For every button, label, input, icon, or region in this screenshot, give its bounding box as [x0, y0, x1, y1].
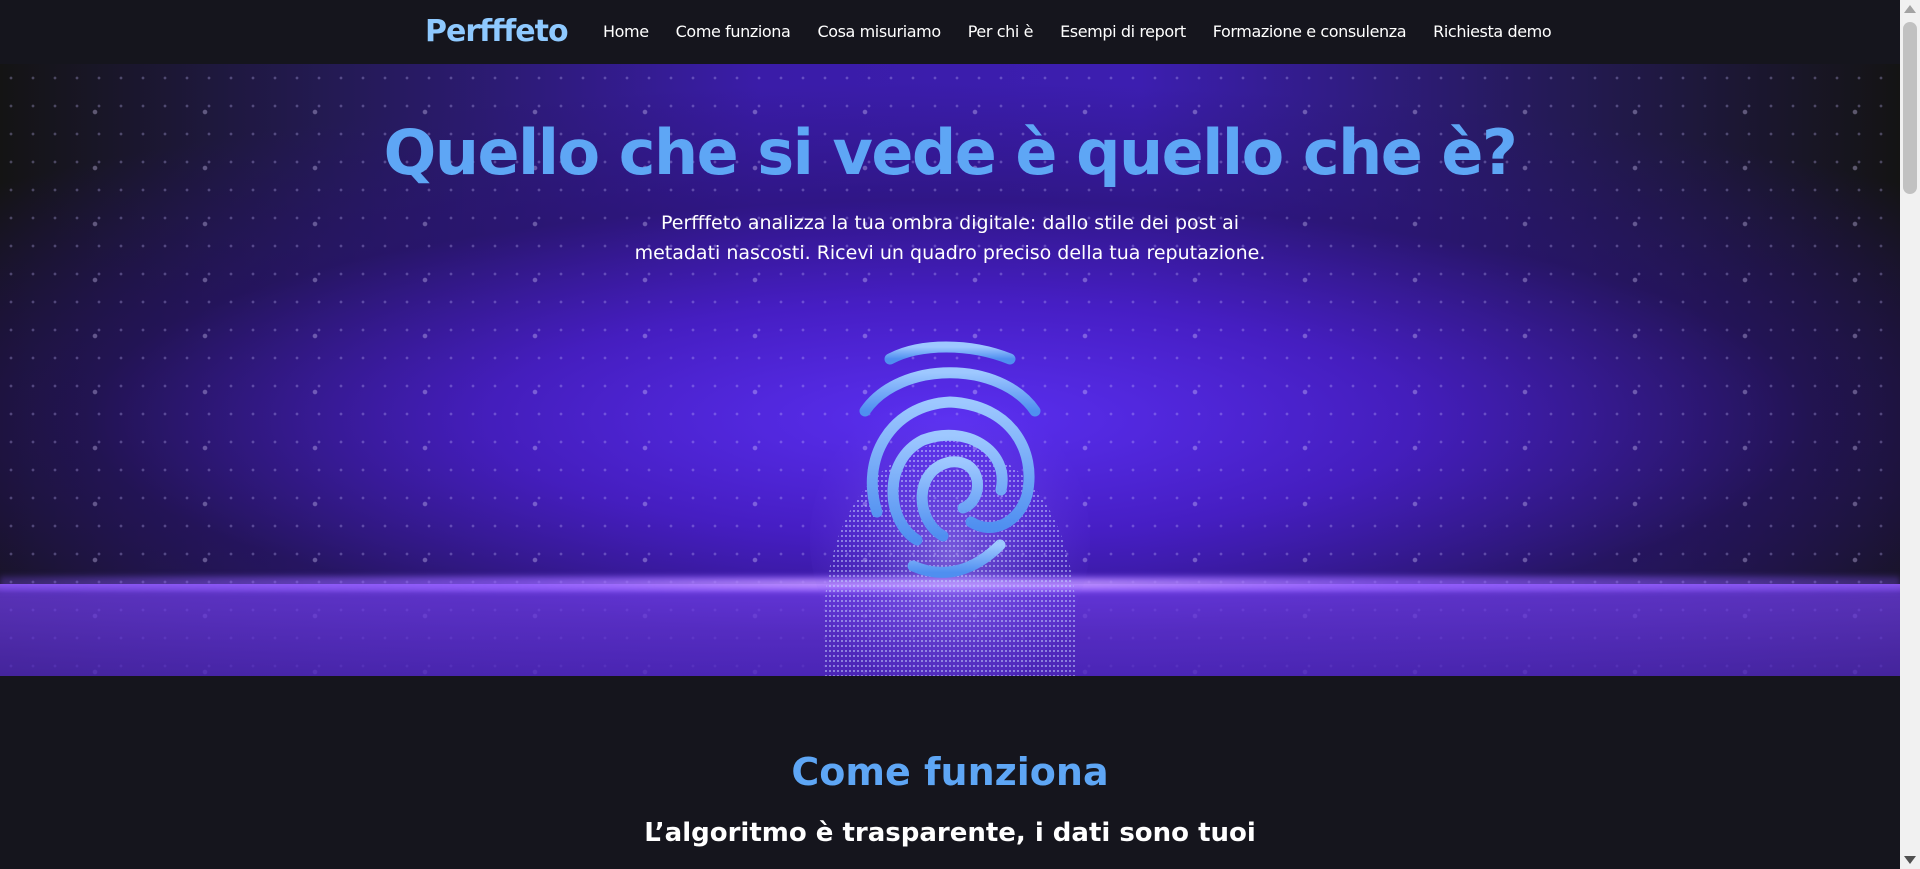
hero-title: Quello che si vede è quello che è? — [383, 116, 1518, 189]
nav-link-cosa-misuriamo[interactable]: Cosa misuriamo — [817, 22, 941, 41]
fingerprint-icon — [810, 341, 1090, 676]
logo[interactable]: Perfffeto — [425, 14, 569, 49]
top-nav: Perfffeto Home Come funziona Cosa misuri… — [0, 0, 1900, 64]
nav-link-per-chi-e[interactable]: Per chi è — [968, 22, 1034, 41]
vertical-scrollbar[interactable] — [1900, 0, 1920, 869]
nav-link-esempi-di-report[interactable]: Esempi di report — [1060, 22, 1186, 41]
nav-link-come-funziona[interactable]: Come funziona — [676, 22, 791, 41]
nav-link-home[interactable]: Home — [603, 22, 649, 41]
hero-subtitle: Perfffeto analizza la tua ombra digitale… — [634, 212, 1266, 264]
page: Perfffeto Home Come funziona Cosa misuri… — [0, 0, 1920, 869]
nav-links: Home Come funziona Cosa misuriamo Per ch… — [603, 22, 1552, 41]
section-title: Come funziona — [791, 750, 1109, 794]
nav-link-richiesta-demo[interactable]: Richiesta demo — [1433, 22, 1551, 41]
hero-section: Quello che si vede è quello che è? Perff… — [0, 64, 1900, 676]
scroll-up-arrow-icon[interactable] — [1904, 5, 1916, 13]
scrollbar-thumb[interactable] — [1903, 22, 1917, 194]
nav-link-formazione-e-consulenza[interactable]: Formazione e consulenza — [1213, 22, 1407, 41]
scroll-down-arrow-icon[interactable] — [1904, 856, 1916, 864]
section-subtitle: L’algoritmo è trasparente, i dati sono t… — [644, 818, 1256, 848]
